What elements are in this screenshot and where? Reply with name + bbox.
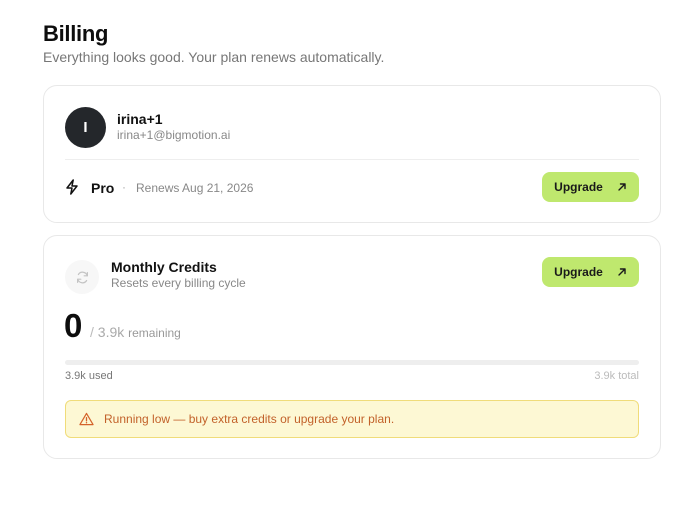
arrow-up-right-icon bbox=[618, 268, 626, 276]
credits-subtitle: Resets every billing cycle bbox=[111, 276, 246, 290]
credits-total-value: 3.9k bbox=[97, 324, 125, 340]
credits-progress-bar bbox=[65, 360, 639, 365]
avatar: I bbox=[65, 107, 106, 148]
plan-separator: · bbox=[122, 180, 126, 194]
page-header: Billing Everything looks good. Your plan… bbox=[43, 20, 384, 66]
credits-card: Monthly Credits Resets every billing cyc… bbox=[43, 235, 661, 459]
upgrade-credits-button[interactable]: Upgrade bbox=[542, 257, 639, 287]
credits-title: Monthly Credits bbox=[111, 259, 217, 275]
plan-name: Pro bbox=[91, 180, 115, 196]
credits-total-label: 3.9k total bbox=[594, 370, 639, 382]
credits-used-label: 3.9k used bbox=[65, 370, 113, 382]
page-title: Billing bbox=[43, 21, 109, 46]
credits-remaining-value: 0 bbox=[64, 307, 83, 344]
account-card: I irina+1 irina+1@bigmotion.ai Pro · Ren… bbox=[43, 85, 661, 223]
page-subtitle: Everything looks good. Your plan renews … bbox=[43, 49, 385, 65]
credits-separator: / bbox=[90, 324, 94, 340]
bolt-icon bbox=[66, 179, 78, 195]
refresh-badge bbox=[65, 260, 99, 294]
remaining-label: remaining bbox=[128, 326, 181, 340]
user-email: irina+1@bigmotion.ai bbox=[117, 128, 231, 142]
divider bbox=[65, 159, 639, 160]
low-credits-alert: Running low — buy extra credits or upgra… bbox=[65, 400, 639, 438]
arrow-up-right-icon bbox=[618, 183, 626, 191]
alert-text: Running low — buy extra credits or upgra… bbox=[104, 412, 395, 426]
user-name: irina+1 bbox=[117, 111, 163, 127]
credits-total: / 3.9k remaining bbox=[90, 324, 181, 340]
upgrade-label: Upgrade bbox=[554, 265, 603, 279]
refresh-icon bbox=[76, 271, 88, 283]
renewal-date: Renews Aug 21, 2026 bbox=[136, 181, 254, 195]
upgrade-label: Upgrade bbox=[554, 180, 603, 194]
warning-icon bbox=[79, 412, 94, 426]
upgrade-plan-button[interactable]: Upgrade bbox=[542, 172, 639, 202]
